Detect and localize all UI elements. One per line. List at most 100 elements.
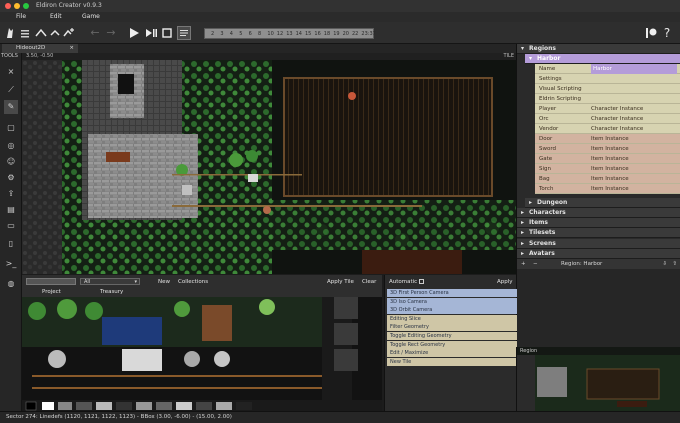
undo-icon[interactable]: ← (88, 26, 102, 40)
book-tool-icon[interactable]: ▯ (4, 237, 18, 251)
new-button[interactable]: New (158, 279, 170, 285)
command-item[interactable]: 3D Iso Camera (387, 297, 517, 306)
property-row[interactable]: Eldrin Scripting (535, 94, 680, 104)
timeline-tick: 19 (333, 31, 340, 37)
section-label: Items (529, 219, 548, 227)
property-key: Vendor (539, 126, 559, 132)
project-tab[interactable]: Project (42, 289, 61, 295)
tileset-tool-icon[interactable]: ▤ (4, 203, 18, 217)
command-item[interactable]: 3D First Person Camera (387, 289, 517, 297)
drag-handle-icon[interactable] (18, 26, 32, 40)
play-icon[interactable] (127, 26, 141, 40)
property-row[interactable]: Orc Character Instance (535, 114, 680, 124)
region-minimap[interactable]: Region (516, 347, 680, 411)
command-item[interactable]: Editing Slice (387, 314, 517, 323)
property-row[interactable]: Vendor Character Instance (535, 124, 680, 134)
character-tool-icon[interactable]: ☺ (4, 155, 18, 169)
menu-edit[interactable]: Edit (50, 13, 62, 20)
tab-hideout2d[interactable]: Hideout2D × (2, 44, 78, 53)
remove-icon[interactable]: − (533, 259, 538, 269)
command-item[interactable]: Edit / Maximize (387, 349, 517, 358)
minimize-window-button[interactable] (14, 3, 20, 9)
add-icon[interactable]: + (521, 259, 526, 269)
clear-button[interactable]: Clear (362, 279, 376, 285)
collections-button[interactable]: Collections (178, 279, 208, 285)
timeline-slider[interactable]: 2 3 4 5 6 8 10 12 13 14 15 16 18 19 20 22 23:37 (204, 28, 376, 39)
console-icon[interactable] (177, 26, 191, 40)
section-header[interactable]: ▸ Tilesets (517, 228, 680, 239)
step-icon[interactable] (144, 26, 158, 40)
add-tile-icon[interactable] (62, 26, 76, 40)
section-header[interactable]: ▸ Items (517, 218, 680, 229)
timeline-tick: 22 (352, 31, 359, 37)
line-tool-icon[interactable]: ⟋ (4, 83, 18, 97)
property-row[interactable]: Sign Item Instance (535, 164, 680, 174)
map-editor-canvas[interactable] (22, 60, 516, 274)
stop-icon[interactable] (160, 26, 174, 40)
terminal-tool-icon[interactable]: >_ (4, 257, 18, 271)
toolbar: ← → 2 3 4 5 6 8 10 12 13 14 15 16 18 19 20 22 23:37 ? (0, 22, 680, 44)
property-row[interactable]: Torch Item Instance (535, 184, 680, 194)
region-item-harbor[interactable]: ▾ Harbor (525, 54, 680, 64)
brush-tool-icon[interactable]: ▭ (4, 219, 18, 233)
property-row[interactable]: Name Harbor (535, 64, 680, 74)
menu-file[interactable]: File (16, 13, 26, 20)
command-item[interactable]: Filter Geometry (387, 323, 517, 332)
property-row[interactable]: Player Character Instance (535, 104, 680, 114)
menu-game[interactable]: Game (82, 13, 100, 20)
dungeon-label: Dungeon (537, 199, 568, 206)
property-row[interactable]: Gate Item Instance (535, 154, 680, 164)
zoom-window-button[interactable] (23, 3, 29, 9)
game-tool-icon[interactable]: ◎ (4, 139, 18, 153)
close-window-button[interactable] (5, 3, 11, 9)
property-key: Visual Scripting (539, 86, 582, 92)
command-item[interactable]: Toggle Editing Geometry (387, 332, 517, 340)
upload-tool-icon[interactable]: ⇪ (4, 187, 18, 201)
timeline-tick: 5 (239, 31, 243, 37)
pen-tool-icon[interactable]: ✎ (4, 100, 18, 114)
color-swatches[interactable] (22, 400, 382, 411)
command-panel: Automatic Apply 3D First Person Camera 3D… (384, 275, 517, 411)
export-icon[interactable]: ⇧ (672, 259, 677, 269)
filter-select[interactable]: All ▾ (80, 278, 140, 285)
help-icon[interactable]: ? (660, 26, 674, 40)
property-key: Eldrin Scripting (539, 96, 581, 102)
patreon-icon[interactable] (644, 26, 658, 40)
section-label: Characters (529, 209, 566, 216)
property-row[interactable]: Sword Item Instance (535, 144, 680, 154)
tile-picker-grid[interactable] (22, 297, 382, 400)
command-item[interactable]: New Tile (387, 357, 517, 366)
property-value[interactable]: Harbor (591, 64, 677, 74)
tile-search-input[interactable] (26, 278, 76, 285)
automatic-checkbox[interactable] (419, 279, 424, 284)
rect-tool-icon[interactable]: ▢ (4, 121, 18, 135)
item-tool-icon[interactable]: ⚙ (4, 171, 18, 185)
property-row[interactable]: Bag Item Instance (535, 174, 680, 184)
redo-icon[interactable]: → (104, 26, 118, 40)
chevron-up-icon[interactable] (48, 26, 62, 40)
section-header[interactable]: ▸ Characters (517, 208, 680, 218)
property-row[interactable]: Door Item Instance (535, 134, 680, 144)
tile-picker-icon[interactable] (34, 26, 48, 40)
select-tool-icon[interactable]: × (4, 65, 18, 79)
apply-button[interactable]: Apply (497, 279, 513, 285)
palette-tool-icon[interactable]: ◍ (4, 277, 18, 291)
region-item-dungeon[interactable]: ▸ Dungeon (525, 198, 680, 208)
timeline-tick: 18 (323, 31, 331, 37)
command-item[interactable]: Toggle Rect Geometry (387, 340, 517, 349)
region-footer: + − Region: Harbor ⇩ ⇧ (517, 259, 680, 269)
section-header[interactable]: ▸ Avatars (517, 248, 680, 259)
import-icon[interactable]: ⇩ (662, 259, 667, 269)
status-text: Sector 274: Linedefs (1120, 1121, 1122, … (6, 414, 232, 420)
apply-tile-button[interactable]: Apply Tile (327, 279, 354, 285)
property-row[interactable]: Settings (535, 74, 680, 84)
regions-header[interactable]: ▾ Regions (517, 44, 680, 54)
tile-art (22, 297, 358, 400)
treasury-tab[interactable]: Treasury (100, 289, 123, 295)
property-key: Settings (539, 76, 562, 82)
property-value: Item Instance (591, 176, 629, 182)
section-header[interactable]: ▸ Screens (517, 238, 680, 249)
command-item[interactable]: 3D Orbit Camera (387, 306, 517, 315)
property-row[interactable]: Visual Scripting (535, 84, 680, 94)
close-icon[interactable]: × (69, 44, 74, 53)
